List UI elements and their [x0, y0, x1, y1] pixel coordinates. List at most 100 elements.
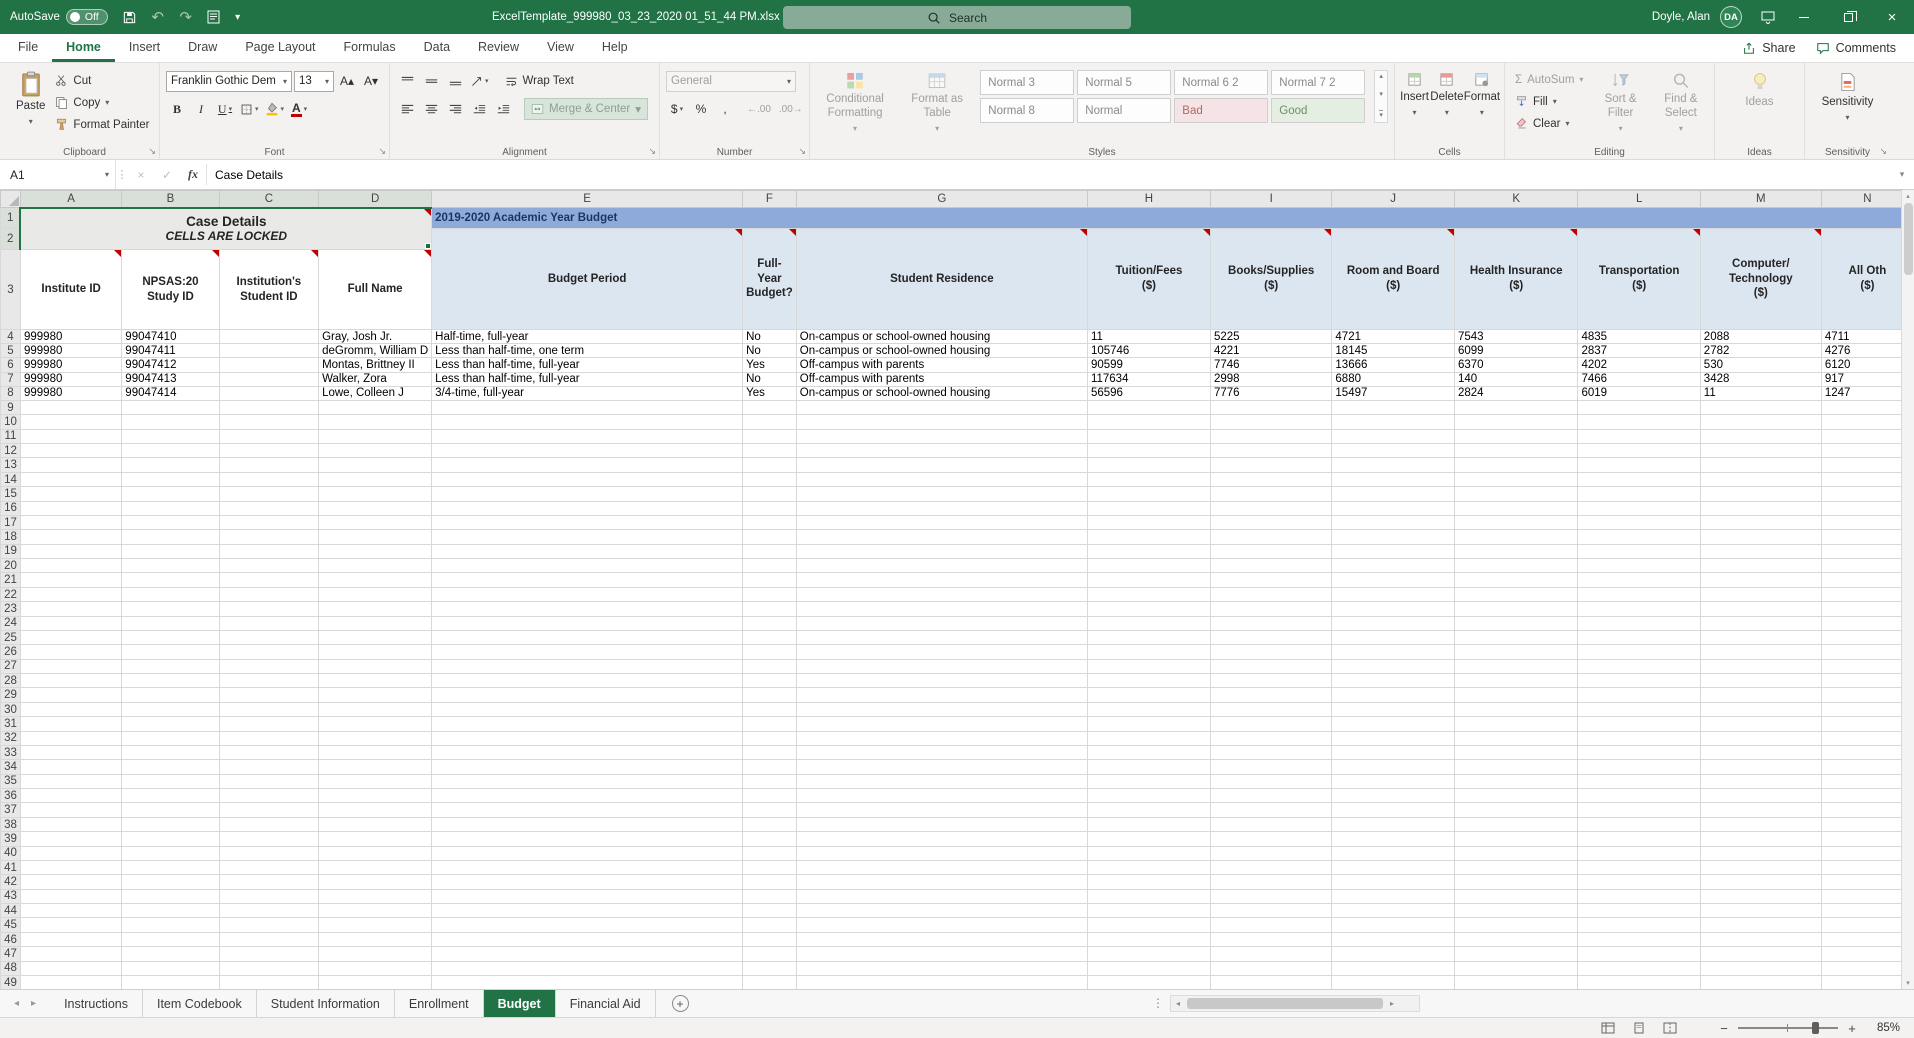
cell-L37[interactable]	[1578, 803, 1700, 817]
column-header-E[interactable]: E	[432, 191, 743, 208]
cell-D22[interactable]	[319, 587, 432, 601]
paste-button[interactable]: Paste ▾	[16, 67, 45, 133]
cell-I10[interactable]	[1210, 415, 1331, 429]
cell-F41[interactable]	[743, 860, 797, 874]
column-header-D[interactable]: D	[319, 191, 432, 208]
row-header-7[interactable]: 7	[1, 372, 21, 386]
cell-E41[interactable]	[432, 860, 743, 874]
cell-K46[interactable]	[1454, 932, 1578, 946]
cell-F31[interactable]	[743, 717, 797, 731]
cell-F4[interactable]: No	[743, 330, 797, 344]
cell-F30[interactable]	[743, 702, 797, 716]
cell-C25[interactable]	[219, 630, 318, 644]
cell-A45[interactable]	[20, 918, 121, 932]
cell-M47[interactable]	[1700, 947, 1821, 961]
column-header-H[interactable]: H	[1087, 191, 1210, 208]
cell-C39[interactable]	[219, 832, 318, 846]
cell-L21[interactable]	[1578, 573, 1700, 587]
cell-F18[interactable]	[743, 530, 797, 544]
cell-J20[interactable]	[1332, 559, 1455, 573]
cell-D19[interactable]	[319, 544, 432, 558]
cell-H21[interactable]	[1087, 573, 1210, 587]
sort-filter-button[interactable]: Sort & Filter ▾	[1593, 67, 1647, 133]
cell-A43[interactable]	[20, 889, 121, 903]
cell-C11[interactable]	[219, 429, 318, 443]
cell-N31[interactable]	[1821, 717, 1913, 731]
cell-N21[interactable]	[1821, 573, 1913, 587]
cell-M17[interactable]	[1700, 515, 1821, 529]
row-header-6[interactable]: 6	[1, 358, 21, 372]
cell-I6[interactable]: 7746	[1210, 358, 1331, 372]
cell-L10[interactable]	[1578, 415, 1700, 429]
cell-A42[interactable]	[20, 875, 121, 889]
cell-B5[interactable]: 99047411	[122, 344, 219, 358]
cell-M38[interactable]	[1700, 817, 1821, 831]
cell-D6[interactable]: Montas, Brittney II	[319, 358, 432, 372]
cell-C41[interactable]	[219, 860, 318, 874]
cell-B17[interactable]	[122, 515, 219, 529]
cell-M25[interactable]	[1700, 630, 1821, 644]
cell-K48[interactable]	[1454, 961, 1578, 975]
sheet-nav-left-icon[interactable]: ◂	[14, 998, 19, 1009]
cell-L18[interactable]	[1578, 530, 1700, 544]
cell-G4[interactable]: On-campus or school-owned housing	[796, 330, 1087, 344]
cell-H31[interactable]	[1087, 717, 1210, 731]
cell-G12[interactable]	[796, 444, 1087, 458]
cell-I44[interactable]	[1210, 904, 1331, 918]
column-header-F[interactable]: F	[743, 191, 797, 208]
cell-N22[interactable]	[1821, 587, 1913, 601]
cell-F17[interactable]	[743, 515, 797, 529]
zoom-slider[interactable]	[1738, 1027, 1838, 1029]
clear-button[interactable]: Clear ▾	[1511, 113, 1587, 134]
cell-I37[interactable]	[1210, 803, 1331, 817]
font-size-select[interactable]: 13 ▾	[294, 71, 334, 92]
row-header-35[interactable]: 35	[1, 774, 21, 788]
cell-E31[interactable]	[432, 717, 743, 731]
scroll-up-icon[interactable]: ▴	[1906, 192, 1910, 200]
cell-D7[interactable]: Walker, Zora	[319, 372, 432, 386]
cell-F6[interactable]: Yes	[743, 358, 797, 372]
cell-A39[interactable]	[20, 832, 121, 846]
align-middle-button[interactable]	[420, 71, 442, 92]
cell-A37[interactable]	[20, 803, 121, 817]
number-dialog-launcher[interactable]: ↘	[798, 146, 806, 157]
ribbon-tab-file[interactable]: File	[4, 34, 52, 62]
cell-M12[interactable]	[1700, 444, 1821, 458]
restore-button[interactable]	[1826, 0, 1870, 34]
insert-function-button[interactable]: fx	[180, 160, 206, 189]
cell-C46[interactable]	[219, 932, 318, 946]
cell-H13[interactable]	[1087, 458, 1210, 472]
cell-L23[interactable]	[1578, 602, 1700, 616]
cell-G39[interactable]	[796, 832, 1087, 846]
cell-E12[interactable]	[432, 444, 743, 458]
align-center-button[interactable]	[420, 99, 442, 120]
cell-E46[interactable]	[432, 932, 743, 946]
cell-I32[interactable]	[1210, 731, 1331, 745]
close-button[interactable]: ×	[1870, 0, 1914, 34]
cell-F42[interactable]	[743, 875, 797, 889]
delete-cells-button[interactable]: Delete ▾	[1431, 67, 1463, 133]
cell-E15[interactable]	[432, 487, 743, 501]
number-format-select[interactable]: General ▾	[666, 71, 796, 92]
cell-K34[interactable]	[1454, 760, 1578, 774]
cell-B18[interactable]	[122, 530, 219, 544]
save-button[interactable]	[116, 0, 144, 34]
cell-F25[interactable]	[743, 630, 797, 644]
cell-C37[interactable]	[219, 803, 318, 817]
cell-G16[interactable]	[796, 501, 1087, 515]
cell-A31[interactable]	[20, 717, 121, 731]
cell-G25[interactable]	[796, 630, 1087, 644]
ribbon-tab-draw[interactable]: Draw	[174, 34, 231, 62]
row-header-37[interactable]: 37	[1, 803, 21, 817]
cell-style-normal[interactable]: Normal	[1077, 98, 1171, 123]
cell-G30[interactable]	[796, 702, 1087, 716]
scroll-left-icon[interactable]: ◂	[1171, 999, 1185, 1008]
copy-button[interactable]: Copy ▾	[51, 92, 153, 113]
cell-D49[interactable]	[319, 975, 432, 989]
cell-B20[interactable]	[122, 559, 219, 573]
cell-E13[interactable]	[432, 458, 743, 472]
cell-J43[interactable]	[1332, 889, 1455, 903]
format-painter-button[interactable]: Format Painter	[51, 114, 153, 135]
cell-B27[interactable]	[122, 659, 219, 673]
row-header-22[interactable]: 22	[1, 587, 21, 601]
